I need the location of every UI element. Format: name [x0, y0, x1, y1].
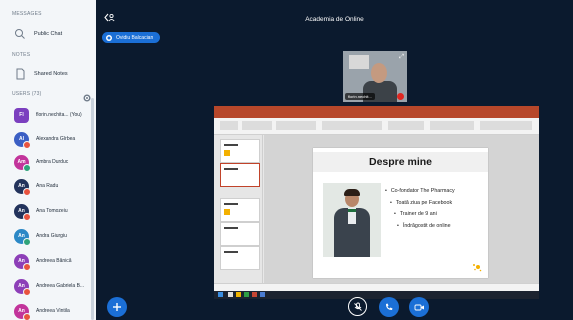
ppt-thumbnail-pane	[214, 135, 263, 283]
status-badge	[23, 187, 31, 196]
status-badge	[23, 237, 31, 246]
user-row[interactable]: Am Ambra Durduc	[0, 153, 96, 172]
slide-bullet: Îndrăgostit de online	[385, 223, 485, 229]
slide-title: Despre mine	[368, 156, 433, 168]
user-list-scrollbar[interactable]	[91, 98, 94, 320]
public-chat-item[interactable]: Public Chat	[0, 27, 96, 41]
phone-icon	[386, 303, 393, 310]
slide-thumbnail	[220, 222, 260, 246]
gear-icon[interactable]	[83, 89, 91, 102]
avatar: An	[14, 253, 31, 271]
main-area: Academia de Online Ovidiu Balcacian ⤢ fl…	[96, 0, 573, 320]
microphone-off-icon	[353, 302, 362, 311]
avatar: An	[14, 228, 31, 246]
avatar: An	[14, 203, 31, 221]
notes-icon	[14, 68, 26, 80]
user-row[interactable]: An Andreea Gabriela B...	[0, 277, 96, 296]
shared-notes-label: Shared Notes	[34, 71, 68, 77]
slide-thumbnail	[220, 198, 260, 222]
photo-person-bowtie	[348, 209, 356, 212]
shared-notes-item[interactable]: Shared Notes	[0, 67, 96, 81]
expand-icon[interactable]: ⤢	[399, 54, 404, 61]
slide-bullet: Toată ziua pe Facebook	[385, 200, 485, 206]
chat-icon	[14, 28, 26, 40]
user-name: Ana Tomozeiu	[36, 208, 68, 214]
video-camera-icon	[414, 304, 424, 310]
user-row[interactable]: An Andreea Bănică	[0, 252, 96, 271]
avatar: Fl	[14, 107, 29, 123]
slide-thumbnail	[220, 246, 260, 270]
user-name: Andreea Gabriela B...	[36, 283, 85, 289]
slide-logo-icon	[473, 264, 482, 272]
leave-audio-button[interactable]	[379, 297, 399, 317]
webcam-label: florin.nechit...	[345, 93, 375, 100]
ribbon-group	[430, 121, 474, 130]
avatar-initials: Fl	[19, 112, 24, 118]
avatar: Am	[14, 154, 31, 172]
user-name: Andreea Bănică	[36, 258, 72, 264]
ppt-title-bar	[214, 106, 539, 113]
user-name: Andra Giurgiu	[36, 233, 67, 239]
user-name: Andreea Vintila	[36, 308, 70, 314]
photo-person-hair	[344, 189, 360, 196]
messages-heading: MESSAGES	[12, 11, 42, 17]
user-row[interactable]: An Ana Tomozeiu	[0, 202, 96, 221]
webcam-mic-icon	[397, 93, 404, 100]
ribbon-group	[322, 121, 382, 130]
ribbon-group	[388, 121, 424, 130]
avatar: An	[14, 278, 31, 296]
users-heading: USERS (73)	[12, 91, 42, 97]
avatar: An	[14, 178, 31, 196]
screenshare-view: Despre mine Co-fondator The Pharmacy Toa…	[214, 106, 539, 299]
actions-plus-button[interactable]	[107, 297, 127, 317]
user-name: florin.nechita... (You)	[36, 112, 82, 118]
user-row[interactable]: Al Alexandra Gîrbea	[0, 130, 96, 149]
sidebar: MESSAGES Public Chat NOTES Shared Notes …	[0, 0, 96, 320]
status-badge	[23, 262, 31, 271]
slide-thumbnail-active	[220, 163, 260, 187]
slide: Despre mine Co-fondator The Pharmacy Toa…	[313, 148, 488, 278]
user-row[interactable]: An Ana Radu	[0, 177, 96, 196]
bottom-action-bar	[96, 292, 573, 320]
slide-title-band: Despre mine	[313, 152, 488, 172]
user-name: Ambra Durduc	[36, 159, 69, 165]
ribbon-group	[480, 121, 532, 130]
status-badge	[23, 312, 31, 320]
presenter-pill[interactable]: Ovidiu Balcacian	[102, 32, 161, 43]
slide-thumbnail	[220, 139, 260, 163]
user-row[interactable]: Fl florin.nechita... (You)	[0, 106, 96, 124]
status-badge	[23, 287, 31, 296]
status-badge	[23, 163, 31, 172]
presenter-name: Ovidiu Balcacian	[116, 34, 154, 41]
webcam-tile[interactable]: ⤢ florin.nechit...	[343, 51, 407, 102]
avatar: An	[14, 303, 31, 320]
ppt-canvas: Despre mine Co-fondator The Pharmacy Toa…	[264, 135, 539, 283]
share-webcam-button[interactable]	[409, 297, 429, 317]
status-badge	[23, 140, 31, 149]
avatar: Al	[14, 131, 31, 149]
ribbon-group	[242, 121, 272, 130]
user-name: Alexandra Gîrbea	[36, 136, 76, 142]
status-badge	[23, 212, 31, 221]
slide-bullet: Co-fondator The Pharmacy	[385, 188, 485, 194]
ribbon-group	[276, 121, 316, 130]
user-row[interactable]: An Andreea Vintila	[0, 302, 96, 320]
notes-heading: NOTES	[12, 52, 31, 58]
slide-photo	[323, 183, 381, 257]
ppt-ribbon	[214, 118, 539, 135]
webcam-person-head	[371, 63, 387, 83]
slide-bullets: Co-fondator The Pharmacy Toată ziua pe F…	[385, 188, 485, 234]
avatar-initials: Al	[19, 136, 24, 142]
slide-bullet: Trainer de 9 ani	[385, 211, 485, 217]
user-row[interactable]: An Andra Giurgiu	[0, 227, 96, 246]
public-chat-label: Public Chat	[34, 31, 63, 37]
user-name: Ana Radu	[36, 183, 59, 189]
presenter-icon	[106, 34, 112, 41]
webcam-wall-frame	[349, 55, 369, 69]
meeting-title: Academia de Online	[305, 16, 364, 23]
ribbon-group	[220, 121, 238, 130]
mute-microphone-button[interactable]	[348, 297, 367, 316]
